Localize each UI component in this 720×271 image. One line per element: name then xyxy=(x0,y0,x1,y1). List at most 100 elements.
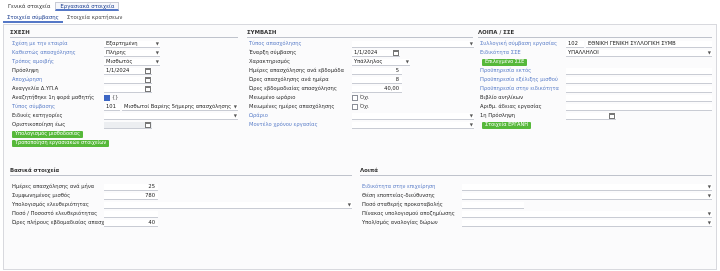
prior-service-salary-label[interactable]: Προϋπηρεσία εξέλιξης μισθού xyxy=(480,77,558,84)
characterization-select[interactable]: Υπάλληλος ▼ xyxy=(352,59,410,66)
announcement-label: Αναγγελία Δ.ΥΠ.Α xyxy=(12,86,59,92)
supervisory-position-label: Θέση εποπτείας-διεύθυνσης xyxy=(362,193,435,199)
prior-service-outside-label[interactable]: Προϋπηρεσία εκτός xyxy=(480,68,531,75)
calendar-icon[interactable] xyxy=(393,50,399,56)
specialty-label[interactable]: Ειδικότητα ΣΣΕ xyxy=(480,50,521,57)
prior-service-outside-input[interactable] xyxy=(566,68,712,75)
days-per-week-input[interactable]: 5 xyxy=(352,68,402,75)
form-panel: ΣΧΕΣΗ Σχέση με την εταιρία Εξαρτημένη ▼ … xyxy=(3,24,717,270)
schedule-select[interactable]: ▼ xyxy=(352,113,474,120)
weekly-hours-label: Ώρες εβδομαδιαίας απασχόλησης xyxy=(249,86,337,92)
minors-book-input[interactable] xyxy=(566,95,712,102)
bonus-ratio-label: Υπολ/σμός αναλογίας δώρων xyxy=(362,220,438,226)
specialty-select[interactable]: ΥΠΑΛΛΗΛΟΙ ▼ xyxy=(566,50,712,57)
first-search-checkbox[interactable] xyxy=(104,95,110,101)
work-time-model-select[interactable]: ▼ xyxy=(352,122,474,129)
prior-service-salary-input[interactable] xyxy=(566,77,712,84)
employment-status-label[interactable]: Καθεστώς απασχόλησης xyxy=(12,50,76,57)
tab-general-info[interactable]: Γενικά στοιχεία xyxy=(3,2,55,11)
contract-start-input[interactable]: 1/1/2024 xyxy=(352,50,400,57)
employment-type-select[interactable]: ▼ xyxy=(352,41,474,48)
hours-per-day-label: Ώρες απασχόλησης ανά ημέρα xyxy=(249,77,329,83)
company-specialty-select[interactable]: ▼ xyxy=(462,184,712,191)
top-tabs: Γενικά στοιχεία Εργασιακά στοιχεία xyxy=(3,2,120,11)
contract-type-select[interactable]: Μισθωτοί Βαρέης 5ήμερης απασχόλησης ▼ xyxy=(122,104,238,111)
chevron-down-icon: ▼ xyxy=(707,184,711,189)
work-time-model-label[interactable]: Μοντέλο χρόνου εργασίας xyxy=(249,122,318,129)
calendar-icon[interactable] xyxy=(609,113,615,119)
chevron-down-icon: ▼ xyxy=(469,113,473,118)
chevron-down-icon: ▼ xyxy=(155,41,159,46)
hire-date-input[interactable]: 1/1/2024 xyxy=(104,68,152,75)
liberality-amount-input[interactable] xyxy=(104,211,158,218)
calendar-icon[interactable] xyxy=(145,122,151,128)
schedule-label[interactable]: Ωράριο xyxy=(249,113,268,120)
first-hire-input[interactable] xyxy=(566,113,616,120)
reduced-hours-label: Μειωμένο ωράριο xyxy=(249,95,296,101)
selected-agreement-button[interactable]: Επιλεγμένο ΣΣΕ xyxy=(482,59,528,66)
announcement-date-input[interactable] xyxy=(104,86,152,93)
chevron-down-icon: ▼ xyxy=(469,41,473,46)
special-categories-select[interactable]: ▼ xyxy=(104,113,238,120)
ergani-info-button[interactable]: Στοιχεία ΕΡΓΑΝΗ xyxy=(482,122,531,129)
contract-start-label: Έναρξη σύμβασης xyxy=(249,50,297,56)
calendar-icon[interactable] xyxy=(145,86,151,92)
departure-date-input[interactable] xyxy=(104,77,152,84)
prior-service-specialty-label[interactable]: Προϋπηρεσία στην ειδικότητα xyxy=(480,86,559,93)
tab-contract-info[interactable]: Στοιχεία σύμβασης xyxy=(3,14,63,23)
tab-work-info[interactable]: Εργασιακά στοιχεία xyxy=(55,2,120,11)
agreed-salary-input[interactable]: 780 xyxy=(104,193,158,200)
payment-method-label[interactable]: Τρόπος αμοιβής xyxy=(12,59,54,66)
reduced-hours-checkbox[interactable] xyxy=(352,95,358,101)
prior-service-specialty-input[interactable] xyxy=(566,86,712,93)
liberality-calc-select[interactable]: ▼ xyxy=(104,202,352,209)
work-permit-input[interactable] xyxy=(566,104,712,111)
contract-type-code[interactable]: 101 xyxy=(104,104,120,111)
modify-work-info-button[interactable]: Τροποποίηση εργασιακών στοιχείων xyxy=(12,140,110,147)
sub-tabs: Στοιχεία σύμβασης Στοιχεία κρατήσεων xyxy=(3,14,126,23)
liberality-calc-label: Υπολογισμός ελευθεριότητας xyxy=(12,202,89,208)
supervisory-position-select[interactable]: ▼ xyxy=(462,193,712,200)
section-rule xyxy=(478,37,712,38)
departure-label[interactable]: Αποχώρηση xyxy=(12,77,42,84)
section-rule xyxy=(360,175,712,176)
calendar-icon[interactable] xyxy=(145,68,151,74)
reduced-days-checkbox[interactable] xyxy=(352,104,358,110)
collective-agreement-label[interactable]: Συλλογική σύμβαση εργασίας xyxy=(480,41,557,48)
days-per-week-label: Ημέρες απασχόλησης ανά εβδομάδα xyxy=(249,68,345,74)
employment-type-label[interactable]: Τύπος απασχόλησης xyxy=(249,41,302,48)
full-weekly-hours-input[interactable]: 40 xyxy=(104,220,158,227)
weekly-hours-input[interactable]: 40,00 xyxy=(352,86,402,93)
tab-deductions-info[interactable]: Στοιχεία κρατήσεων xyxy=(63,14,127,23)
bonus-ratio-select[interactable]: ▼ xyxy=(462,220,712,227)
company-specialty-label[interactable]: Ειδικότητα στην επιχείρηση xyxy=(362,184,435,191)
compensation-table-label: Πίνακας υπολογισμού αποζημίωσης xyxy=(362,211,455,217)
first-search-value: {} xyxy=(112,95,119,101)
section-title-symvasi: ΣΥΜΒΑΣΗ xyxy=(247,30,277,36)
employment-status-select[interactable]: Πλήρης ▼ xyxy=(104,50,160,57)
chevron-down-icon: ▼ xyxy=(155,59,159,64)
characterization-label: Χαρακτηρισμός xyxy=(249,59,291,65)
calculate-payroll-button[interactable]: Υπολογισμός μισθοδοσίας xyxy=(12,131,84,138)
chevron-down-icon: ▼ xyxy=(707,211,711,216)
fixed-advance-label: Ποσό σταθερής προκαταβολής xyxy=(362,202,443,208)
hours-per-day-input[interactable]: 8 xyxy=(352,77,402,84)
collective-agreement-select[interactable]: ΕΘΝΙΚΗ ΓΕΝΙΚΗ ΣΥΛΛΟΓΙΚΗ ΣΥΜΒ xyxy=(586,41,712,48)
compensation-table-select[interactable]: ▼ xyxy=(462,211,712,218)
payment-method-select[interactable]: Μισθωτός ▼ xyxy=(104,59,160,66)
calendar-icon[interactable] xyxy=(145,77,151,83)
first-hire-label: 1η Πρόσληψη xyxy=(480,113,515,119)
finalization-date-input[interactable] xyxy=(104,122,152,129)
relation-select[interactable]: Εξαρτημένη ▼ xyxy=(104,41,160,48)
section-title-basic: Βασικά στοιχεία xyxy=(10,168,60,174)
days-per-month-input[interactable]: 25 xyxy=(104,184,158,191)
contract-type-label[interactable]: Τύπος σύμβασης xyxy=(12,104,55,111)
collective-agreement-code[interactable]: 102 xyxy=(566,41,584,48)
reduced-hours-value: Όχι xyxy=(360,95,369,101)
chevron-down-icon: ▼ xyxy=(707,220,711,225)
fixed-advance-input[interactable] xyxy=(462,202,524,209)
agreed-salary-label: Συμφωνημένος μισθός xyxy=(12,193,71,199)
relation-label[interactable]: Σχέση με την εταιρία xyxy=(12,41,68,48)
chevron-down-icon: ▼ xyxy=(233,113,237,118)
special-categories-label: Ειδικές κατηγορίες xyxy=(12,113,63,119)
